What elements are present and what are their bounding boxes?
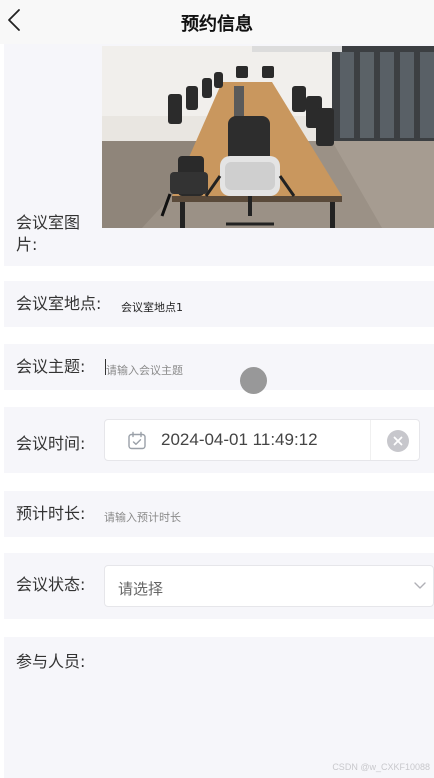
booking-info-page: 预约信息 会议室图片: 会议室地点: 会议室地点1 会议主题: 请输入会议主题 …: [0, 0, 434, 778]
room-photo[interactable]: [102, 46, 434, 228]
page-title: 预约信息: [181, 14, 253, 35]
meeting-time-value: 2024-04-01 11:49:12: [161, 430, 318, 449]
clear-time-button[interactable]: [387, 430, 409, 452]
participants-row: 参与人员:: [4, 637, 434, 778]
topic-label: 会议主题:: [16, 357, 86, 376]
nav-header: 预约信息: [0, 0, 434, 44]
topic-row: 会议主题: 请输入会议主题: [4, 344, 434, 390]
duration-row: 预计时长: 请输入预计时长: [4, 491, 434, 537]
room-location-label: 会议室地点:: [16, 294, 102, 313]
touch-indicator: [240, 367, 267, 394]
topic-input[interactable]: 请输入会议主题: [106, 362, 183, 378]
room-image-label: 会议室图片:: [16, 213, 81, 254]
status-select-value: 请选择: [118, 580, 164, 598]
conference-room-image: [102, 46, 434, 228]
room-image-row: 会议室图片:: [4, 44, 434, 266]
meeting-time-label: 会议时间:: [16, 434, 86, 453]
duration-label: 预计时长:: [16, 504, 86, 523]
chevron-down-icon: [414, 582, 426, 589]
meeting-time-picker[interactable]: 2024-04-01 11:49:12: [104, 419, 420, 461]
close-circle-icon: [393, 436, 403, 446]
status-row: 会议状态: 请选择: [4, 553, 434, 619]
status-select[interactable]: 请选择: [104, 565, 434, 607]
duration-input[interactable]: 请输入预计时长: [104, 509, 181, 525]
participants-label: 参与人员:: [16, 652, 86, 671]
room-location-value: 会议室地点1: [121, 301, 183, 314]
status-label: 会议状态:: [16, 575, 86, 594]
divider: [370, 420, 371, 460]
watermark: CSDN @w_CXKF10088: [332, 762, 430, 772]
meeting-time-row: 会议时间: 2024-04-01 11:49:12: [4, 407, 434, 473]
room-location-row: 会议室地点: 会议室地点1: [4, 281, 434, 327]
calendar-icon: [128, 431, 146, 450]
